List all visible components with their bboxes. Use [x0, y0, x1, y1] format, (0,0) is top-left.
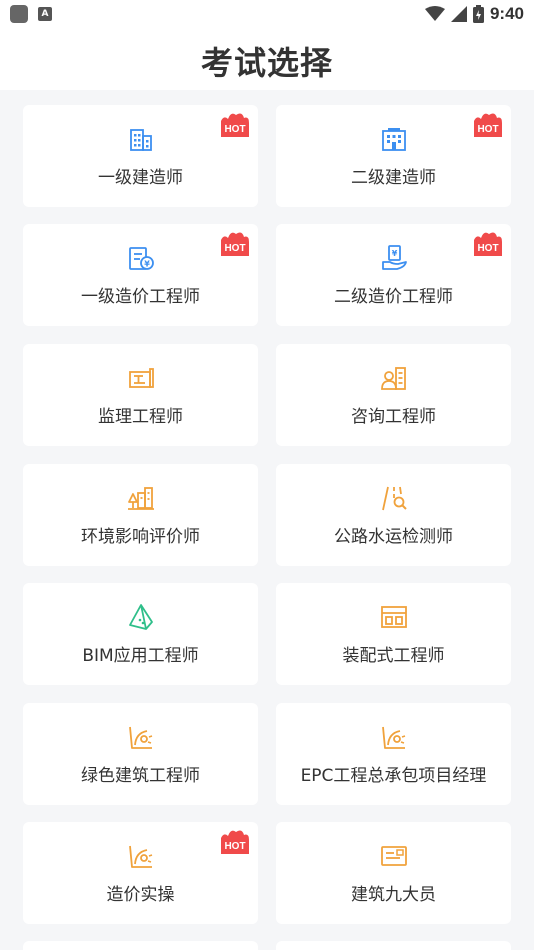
exam-card-consulting-engineer[interactable]: 咨询工程师: [276, 344, 511, 446]
hot-badge-icon: HOT: [474, 113, 502, 137]
hand-money-icon: ¥: [382, 245, 407, 270]
exam-card-level2-cost-engineer[interactable]: ¥ 二级造价工程师 HOT: [276, 224, 511, 326]
exam-card-level1-constructor[interactable]: 一级建造师 HOT: [23, 105, 258, 207]
exam-card-epc-manager[interactable]: EPC工程总承包项目经理: [276, 703, 511, 805]
building-icon: [382, 128, 406, 151]
road-inspect-icon: [382, 486, 407, 511]
page-title: 考试选择: [200, 44, 333, 82]
exam-card-eia-engineer[interactable]: 环境影响评价师: [23, 464, 258, 566]
hot-badge-icon: HOT: [221, 113, 249, 137]
signal-icon: [450, 6, 467, 22]
exam-card-green-building-engineer[interactable]: 绿色建筑工程师: [23, 703, 258, 805]
exam-card-label: 环境影响评价师: [81, 527, 200, 547]
hot-badge-icon: HOT: [221, 830, 249, 854]
consultant-icon: [381, 367, 406, 390]
prefab-window-icon: [381, 606, 407, 628]
exam-card-label: 公路水运检测师: [334, 527, 453, 547]
environment-icon: [128, 487, 154, 510]
exam-card-partial[interactable]: [276, 941, 511, 950]
header: 考试选择: [0, 28, 534, 90]
svg-text:¥: ¥: [392, 249, 398, 258]
svg-text:¥: ¥: [144, 260, 150, 269]
exam-card-cost-practice[interactable]: 造价实操 HOT: [23, 822, 258, 924]
hot-badge-icon: HOT: [221, 232, 249, 256]
exam-card-label: 装配式工程师: [342, 646, 445, 666]
exam-card-nine-staff[interactable]: 建筑九大员: [276, 822, 511, 924]
exam-card-level1-cost-engineer[interactable]: ¥ 一级造价工程师 HOT: [23, 224, 258, 326]
exam-card-label: 建筑九大员: [351, 885, 436, 905]
exam-card-label: 监理工程师: [98, 407, 183, 427]
exam-card-label: 一级造价工程师: [81, 287, 200, 307]
notification-icon: [10, 5, 28, 23]
exam-card-label: 造价实操: [106, 885, 175, 905]
exam-card-supervision-engineer[interactable]: 监理工程师: [23, 344, 258, 446]
exam-card-label: 二级建造师: [351, 168, 436, 188]
blueprint-icon: [129, 368, 154, 388]
bim-pyramid-icon: [129, 604, 153, 630]
svg-text:HOT: HOT: [477, 243, 498, 254]
exam-card-label: BIM应用工程师: [82, 646, 199, 666]
id-card-icon: [381, 846, 407, 866]
battery-icon: [472, 5, 484, 23]
clock: 9:40: [489, 4, 524, 23]
epc-icon: [382, 726, 406, 749]
exam-card-label: 绿色建筑工程师: [81, 766, 200, 786]
svg-text:HOT: HOT: [224, 841, 245, 852]
exam-card-road-water-inspector[interactable]: 公路水运检测师: [276, 464, 511, 566]
font-notification-icon: A: [38, 7, 52, 21]
wifi-icon: [424, 6, 445, 21]
exam-card-partial[interactable]: [23, 941, 258, 950]
exam-card-level2-constructor[interactable]: 二级建造师 HOT: [276, 105, 511, 207]
svg-text:HOT: HOT: [477, 124, 498, 135]
exam-card-label: 咨询工程师: [351, 407, 436, 427]
exam-card-label: EPC工程总承包项目经理: [300, 766, 487, 786]
cost-document-icon: ¥: [129, 247, 154, 270]
practice-icon: [129, 845, 153, 868]
office-building-icon: [130, 129, 152, 151]
hot-badge-icon: HOT: [474, 232, 502, 256]
green-building-icon: [129, 726, 153, 749]
exam-card-label: 一级建造师: [98, 168, 183, 188]
svg-text:HOT: HOT: [224, 243, 245, 254]
exam-card-label: 二级造价工程师: [334, 287, 453, 307]
exam-card-bim-engineer[interactable]: BIM应用工程师: [23, 583, 258, 685]
status-bar-right: 9:40: [424, 4, 524, 24]
svg-text:HOT: HOT: [224, 124, 245, 135]
status-bar: A 9:40: [0, 0, 534, 28]
exam-card-prefab-engineer[interactable]: 装配式工程师: [276, 583, 511, 685]
status-bar-left: A: [10, 5, 52, 23]
